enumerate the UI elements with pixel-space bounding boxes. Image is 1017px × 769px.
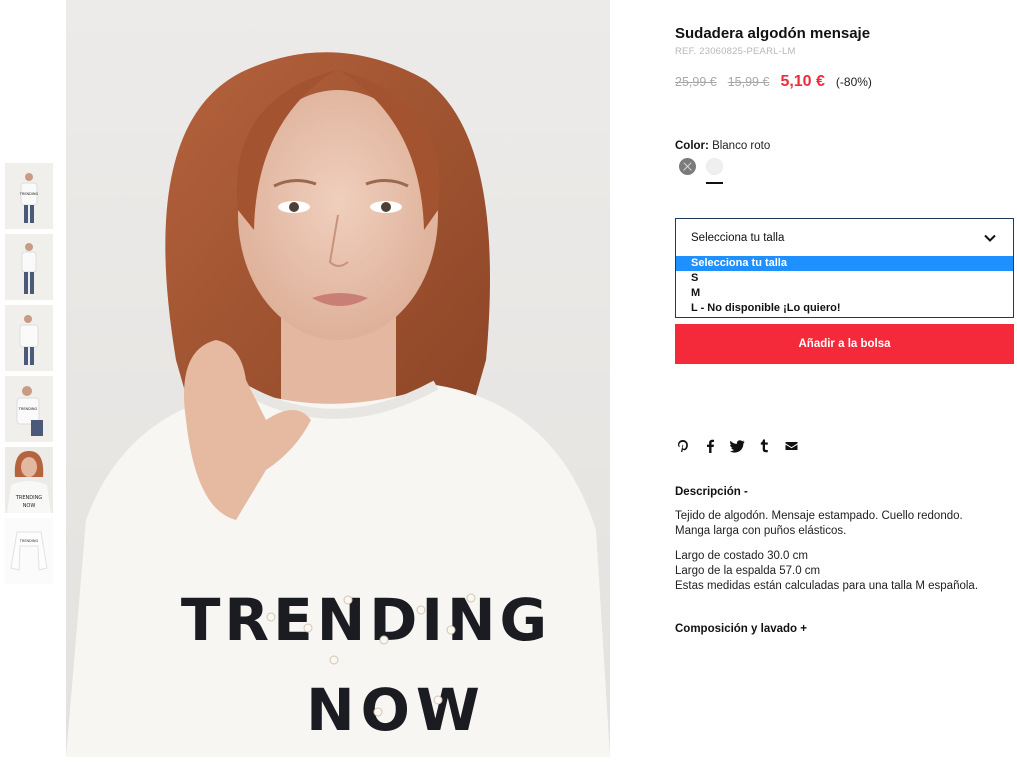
price-block: 25,99 € 15,99 € 5,10 € (-80%) [675,73,872,91]
color-swatches [679,158,733,175]
description-line-5: Estas medidas están calculadas para una … [675,580,979,592]
tumblr-icon[interactable] [756,438,772,454]
color-selector-label: Color: Blanco roto [675,140,770,152]
main-product-image[interactable]: TRENDING NOW [66,0,610,757]
color-value: Blanco roto [712,140,771,152]
color-swatch-gray-unavailable[interactable] [679,158,696,175]
facebook-icon[interactable] [702,438,718,454]
selected-swatch-indicator [706,182,723,184]
sweatshirt-text-line2: NOW [306,676,486,744]
description-line-4: Largo de la espalda 57.0 cm [675,565,821,577]
svg-text:TRENDING: TRENDING [15,495,42,501]
color-label: Color: [675,140,709,152]
size-options-list: Selecciona tu talla S M L - No disponibl… [675,256,1014,318]
thumbnail-gallery: TRENDING TRENDING TRENDING NOW TRENDING [5,163,53,589]
description-line-2: Manga larga con puños elásticos. [675,525,847,537]
svg-text:NOW: NOW [23,503,36,509]
thumbnail-1[interactable]: TRENDING [5,163,53,229]
add-to-bag-button[interactable]: Añadir a la bolsa [675,324,1014,364]
email-icon[interactable] [783,438,799,454]
price-previous: 15,99 € [727,75,770,89]
sweatshirt-text-line1: TRENDING [181,586,551,654]
size-option-placeholder[interactable]: Selecciona tu talla [676,256,1013,271]
thumbnail-4[interactable]: TRENDING [5,376,53,442]
share-bar [675,438,810,454]
price-current: 5,10 € [780,73,825,90]
thumbnail-5[interactable]: TRENDING NOW [5,447,53,513]
svg-text:TRENDING: TRENDING [19,192,39,196]
size-option-m[interactable]: M [676,286,1013,301]
size-option-l[interactable]: L - No disponible ¡Lo quiero! [676,301,1013,316]
twitter-icon[interactable] [729,438,745,454]
description-line-1: Tejido de algodón. Mensaje estampado. Cu… [675,510,963,522]
color-swatch-white[interactable] [706,158,723,175]
description-line-3: Largo de costado 30.0 cm [675,550,808,562]
svg-text:TRENDING: TRENDING [18,407,38,411]
thumbnail-3[interactable] [5,305,53,371]
size-select-value: Selecciona tu talla [691,232,785,244]
svg-text:TRENDING: TRENDING [19,539,39,543]
discount-badge: (-80%) [835,75,872,89]
thumbnail-2[interactable] [5,234,53,300]
size-select[interactable]: Selecciona tu talla [675,218,1014,257]
pinterest-icon[interactable] [675,438,691,454]
product-title: Sudadera algodón mensaje [675,25,871,42]
product-reference: REF. 23060825-PEARL-LM [675,46,796,57]
description-toggle[interactable]: Descripción - [675,486,748,498]
size-option-s[interactable]: S [676,271,1013,286]
composition-toggle[interactable]: Composición y lavado + [675,623,807,635]
chevron-down-icon [982,230,998,246]
price-original: 25,99 € [675,75,717,89]
thumbnail-6[interactable]: TRENDING [5,518,53,584]
